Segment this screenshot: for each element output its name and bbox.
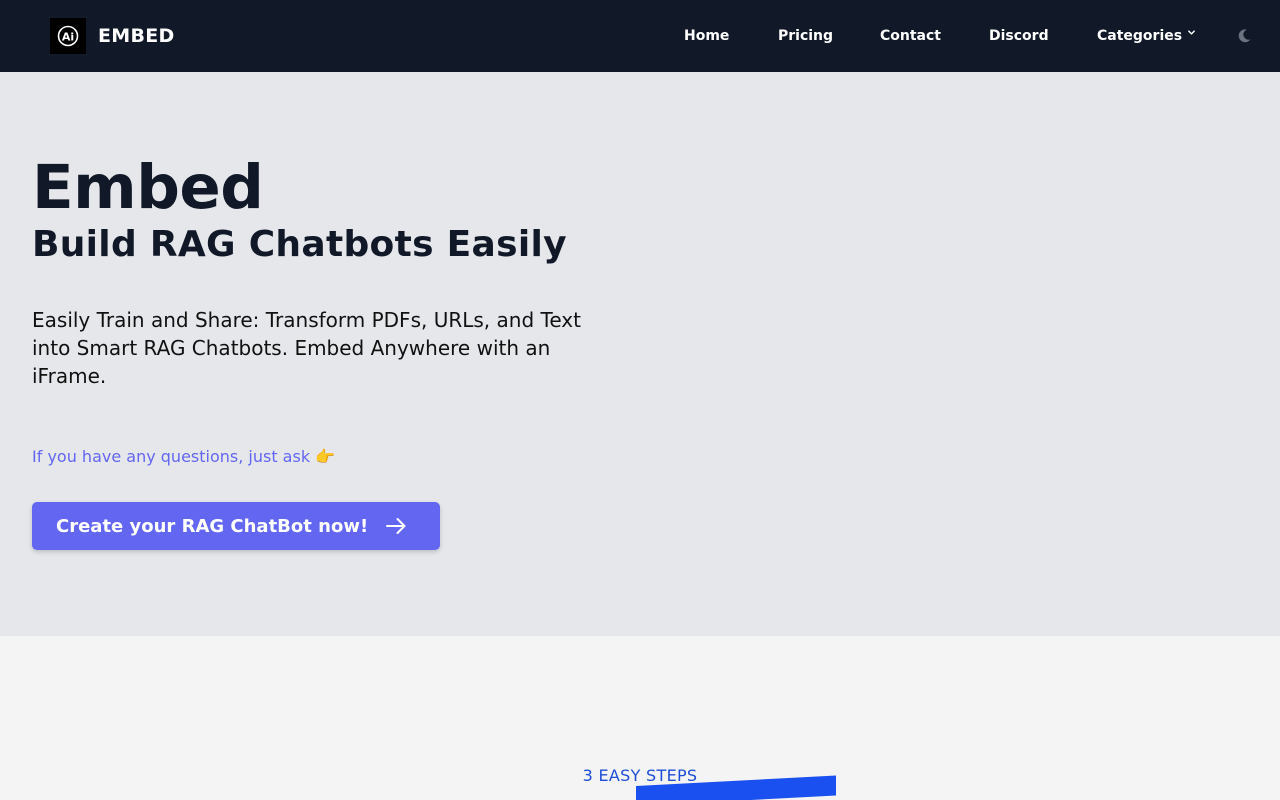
section-heading-cropped <box>440 792 630 800</box>
nav-home-link[interactable]: Home <box>684 27 729 45</box>
nav-categories-label: Categories <box>1097 28 1183 44</box>
create-chatbot-label: Create your RAG ChatBot now! <box>56 515 369 537</box>
brand-logo[interactable]: Ai <box>50 18 86 54</box>
arrow-right-icon <box>386 518 406 534</box>
svg-text:Ai: Ai <box>62 31 74 44</box>
steps-eyebrow: 3 EASY STEPS <box>582 766 698 785</box>
hero-subtitle: Build RAG Chatbots Easily <box>32 224 567 265</box>
brand-name[interactable]: EMBED <box>98 24 175 48</box>
questions-prompt: If you have any questions, just ask 👉 <box>32 447 336 466</box>
top-navbar: Ai EMBED Home Pricing Contact Discord Ca… <box>0 0 1280 72</box>
nav-contact-link[interactable]: Contact <box>880 27 941 45</box>
ai-logo-icon: Ai <box>57 25 79 47</box>
create-chatbot-button[interactable]: Create your RAG ChatBot now! <box>32 502 440 550</box>
nav-categories-dropdown[interactable]: Categories <box>1097 27 1196 45</box>
chevron-down-icon <box>1188 30 1196 35</box>
nav-pricing-link[interactable]: Pricing <box>778 27 833 45</box>
nav-discord-link[interactable]: Discord <box>989 27 1049 45</box>
hero-section: Embed Build RAG Chatbots Easily Easily T… <box>0 72 1280 636</box>
hero-description: Easily Train and Share: Transform PDFs, … <box>32 308 581 388</box>
hero-title: Embed <box>32 152 264 223</box>
moon-icon[interactable] <box>1236 28 1252 44</box>
